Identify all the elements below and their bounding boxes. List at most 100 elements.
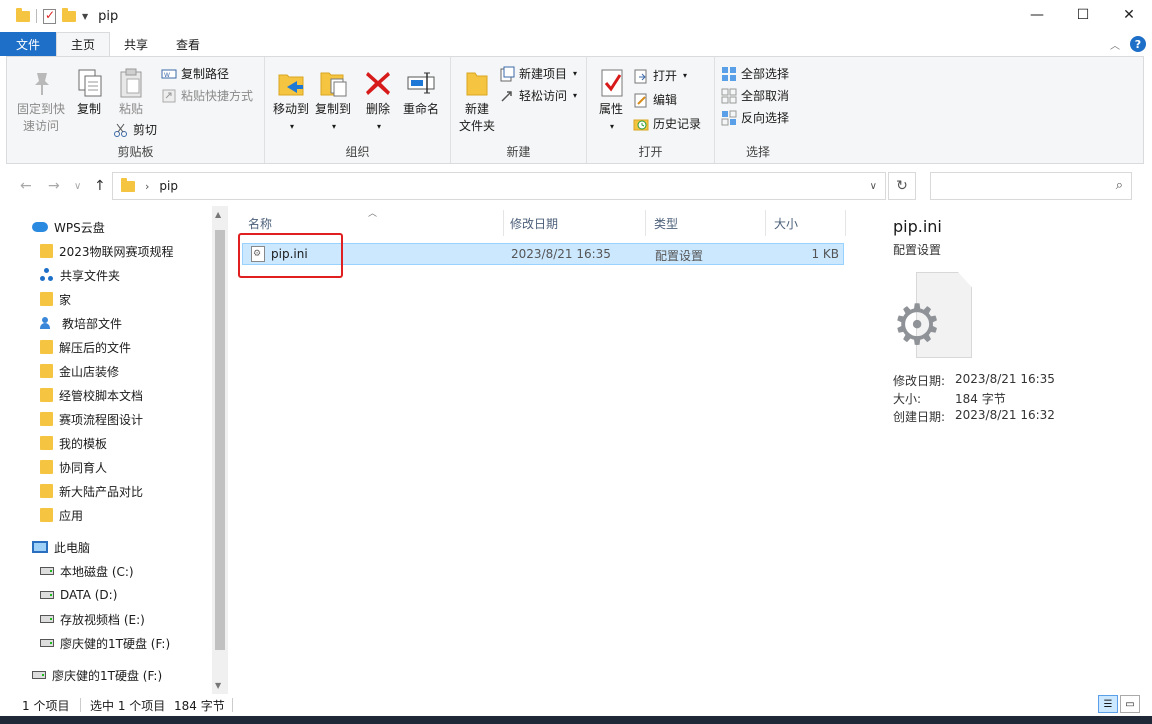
details-view-button[interactable]: ☰ [1098,695,1118,713]
copy-path-button[interactable]: W 复制路径 [161,65,229,82]
copy-label: 复制 [76,102,101,116]
divider [36,9,37,23]
scrollbar-thumb[interactable] [215,230,225,650]
large-icons-view-button[interactable]: ▭ [1120,695,1140,713]
nav-item-folder[interactable]: 金山店装修 [40,360,119,382]
easy-access-label: 轻松访问 [519,89,568,103]
customize-qat-chevron-icon[interactable]: ▼ [82,12,88,21]
nav-item-label: 应用 [59,508,84,523]
collapse-ribbon-chevron-icon[interactable]: ︿ [1110,37,1120,52]
search-input[interactable]: ⌕ [930,172,1132,200]
nav-item-drive[interactable]: 本地磁盘 (C:) [40,560,134,582]
details-modified-value: 2023/8/21 16:35 [955,372,1055,386]
history-button[interactable]: 历史记录 [633,115,701,132]
chevron-down-icon: ▾ [573,91,578,100]
properties-button[interactable]: 属性 ▾ [591,67,631,135]
new-folder-icon[interactable] [62,7,76,22]
nav-item-folder[interactable]: 应用 [40,504,83,526]
new-item-button[interactable]: 新建项目 ▾ [499,65,577,82]
chevron-down-icon: ▾ [573,69,578,78]
select-none-button[interactable]: 全部取消 [721,87,789,104]
tab-view[interactable]: 查看 [162,32,214,56]
select-none-label: 全部取消 [741,89,790,103]
nav-item-label: 我的模板 [59,436,108,451]
easy-access-button[interactable]: 轻松访问 ▾ [499,87,577,104]
nav-item-label: 新大陆产品对比 [59,484,144,499]
nav-item-folder[interactable]: 2023物联网赛项规程 [40,240,174,262]
tab-share[interactable]: 共享 [110,32,162,56]
invert-selection-icon [721,110,737,126]
scroll-down-icon[interactable]: ▼ [215,681,221,690]
nav-item-folder[interactable]: 我的模板 [40,432,107,454]
nav-item-drive[interactable]: 廖庆健的1T硬盘 (F:) [32,664,162,686]
breadcrumb-pip[interactable]: pip [159,179,178,193]
organize-group: 移动到 ▾ 复制到 ▾ 删除 ▾ 重命名 组织 [265,57,451,163]
nav-pane-scrollbar[interactable]: ▲ ▼ [212,206,228,694]
edit-icon [633,92,649,108]
properties-icon[interactable] [43,8,56,24]
close-button[interactable]: ✕ [1106,0,1152,30]
column-header-type[interactable]: 类型 [646,210,766,236]
address-bar[interactable]: › pip ∨ [112,172,886,200]
nav-item-drive[interactable]: DATA (D:) [40,584,117,606]
paste-label: 粘贴 [118,102,143,116]
open-button[interactable]: 打开 ▾ [633,67,687,84]
nav-item-folder[interactable]: 家 [40,288,71,310]
nav-item-drive[interactable]: 廖庆健的1T硬盘 (F:) [40,632,170,654]
back-arrow-icon[interactable]: ← [20,178,32,194]
column-header-size[interactable]: 大小 [766,210,846,236]
refresh-button[interactable]: ↻ [888,172,916,200]
nav-item-drive[interactable]: 存放视频档 (E:) [40,608,145,630]
move-to-button[interactable]: 移动到 ▾ [269,67,313,135]
nav-item-this-pc[interactable]: 此电脑 [32,536,90,558]
copy-button[interactable]: 复制 [69,67,109,118]
new-group: 新建 文件夹 新建项目 ▾ 轻松访问 ▾ 新建 [451,57,587,163]
chevron-down-icon: ▾ [289,122,294,131]
history-icon [633,116,649,132]
navigation-pane: WPS云盘 2023物联网赛项规程 共享文件夹 家 教培部文件 解压后的文件 金… [0,206,228,694]
nav-item-label: 廖庆健的1T硬盘 (F:) [60,636,171,651]
paste-button[interactable]: 粘贴 [111,67,151,118]
rename-button[interactable]: 重命名 [399,67,443,118]
paste-shortcut-button[interactable]: 粘贴快捷方式 [161,87,253,104]
nav-item-folder[interactable]: 解压后的文件 [40,336,131,358]
recent-locations-chevron-icon[interactable]: ∨ [74,181,81,192]
delete-button[interactable]: 删除 ▾ [361,67,395,135]
navigation-bar: ← → ∨ ↑ › pip ∨ ↻ ⌕ [0,172,1152,202]
up-arrow-icon[interactable]: ↑ [94,178,106,194]
file-size: 1 KB [811,247,839,261]
tab-home[interactable]: 主页 [56,32,111,56]
tab-file[interactable]: 文件 [0,32,56,56]
column-header-modified[interactable]: 修改日期 [502,210,646,236]
maximize-button[interactable]: ☐ [1060,0,1106,30]
folder-icon [40,460,53,474]
pin-quick-access-button[interactable]: 固定到快 速访问 [11,67,71,135]
nav-item-folder[interactable]: 经管校脚本文档 [40,384,143,406]
cut-button[interactable]: 剪切 [113,121,157,138]
invert-selection-button[interactable]: 反向选择 [721,109,789,126]
address-history-chevron-icon[interactable]: ∨ [870,181,877,192]
nav-item-training-dept[interactable]: 教培部文件 [40,312,122,334]
copy-to-button[interactable]: 复制到 ▾ [311,67,355,135]
new-folder-button[interactable]: 新建 文件夹 [455,67,499,135]
window-title: pip [98,8,119,24]
nav-item-label: 2023物联网赛项规程 [59,244,174,259]
drive-icon [40,591,54,599]
select-group: 全部选择 全部取消 反向选择 选择 [715,57,801,163]
nav-item-wps-cloud[interactable]: WPS云盘 [32,216,105,238]
minimize-button[interactable]: — [1014,0,1060,30]
nav-item-folder[interactable]: 赛项流程图设计 [40,408,143,430]
help-icon[interactable]: ? [1130,36,1146,52]
forward-arrow-icon[interactable]: → [48,178,60,194]
svg-text:W: W [164,72,170,79]
nav-item-folder[interactable]: 新大陆产品对比 [40,480,143,502]
file-preview-icon: ⚙ [892,272,972,358]
folder-icon [40,340,53,354]
nav-item-shared-folder[interactable]: 共享文件夹 [40,264,120,286]
divider [80,698,81,712]
scroll-up-icon[interactable]: ▲ [215,210,221,219]
edit-button[interactable]: 编辑 [633,91,677,108]
select-all-button[interactable]: 全部选择 [721,65,789,82]
share-icon [40,268,54,282]
nav-item-folder[interactable]: 协同育人 [40,456,107,478]
